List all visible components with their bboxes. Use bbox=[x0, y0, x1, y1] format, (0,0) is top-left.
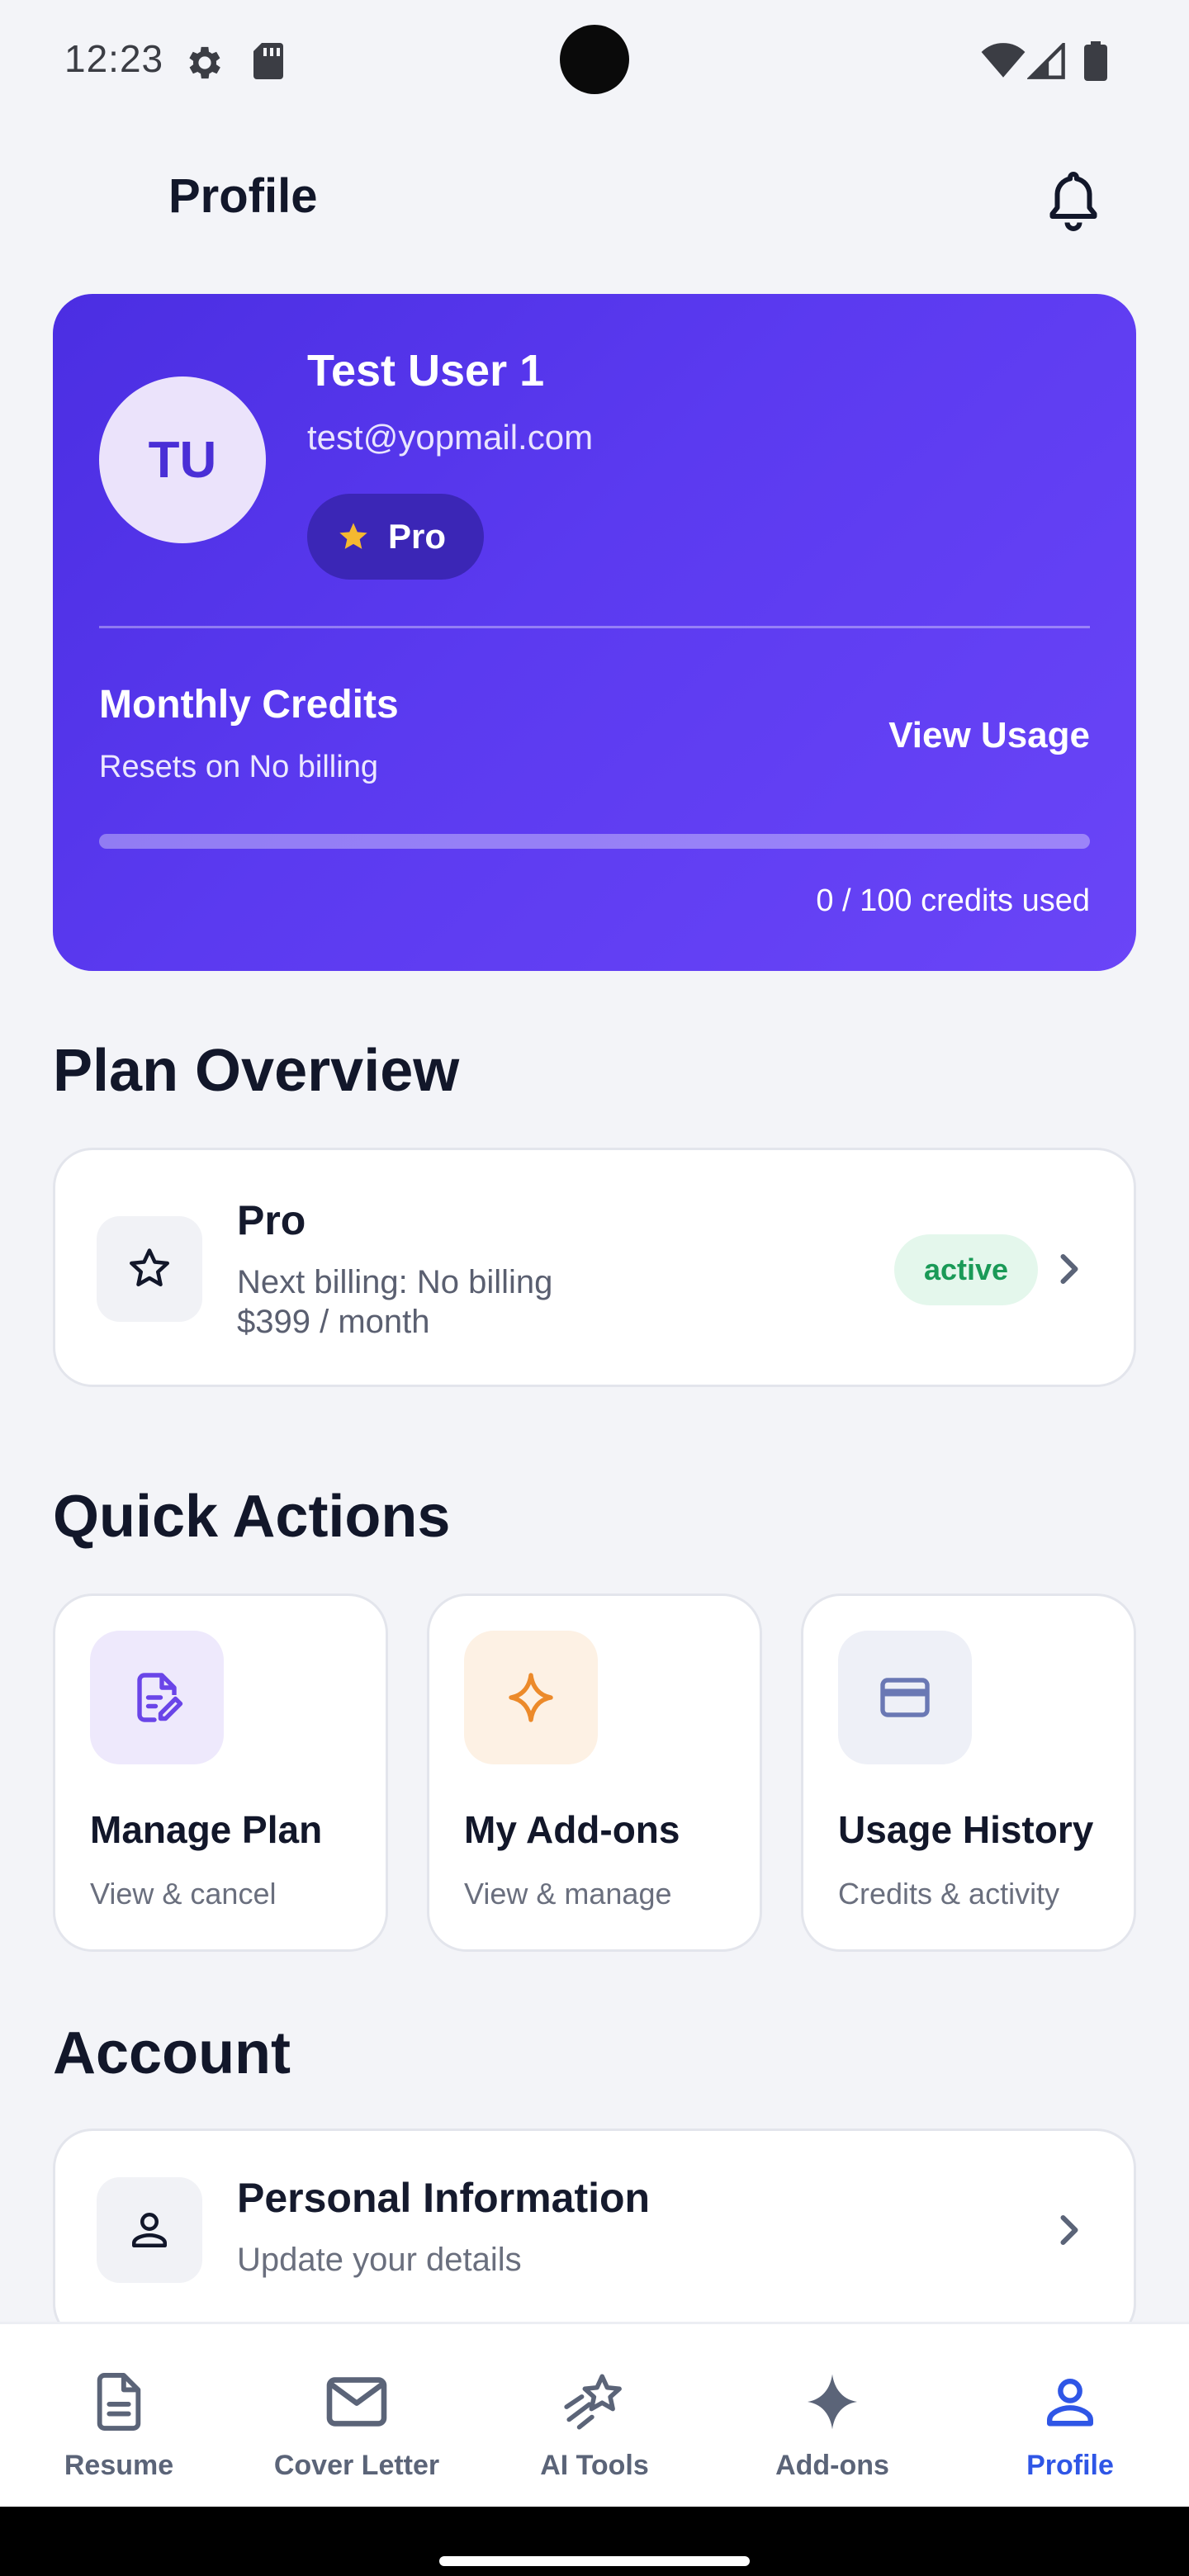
nav-label: Resume bbox=[64, 2450, 174, 2481]
nav-item-ai-tools[interactable]: AI Tools bbox=[476, 2324, 713, 2509]
section-title-account: Account bbox=[53, 2020, 291, 2086]
account-icon-box bbox=[97, 2177, 202, 2283]
person-icon bbox=[132, 2213, 167, 2247]
nav-item-cover-letter[interactable]: Cover Letter bbox=[238, 2324, 476, 2509]
edit-document-icon bbox=[137, 1673, 183, 1722]
status-time: 12:23 bbox=[64, 37, 164, 80]
page-title: Profile bbox=[168, 169, 318, 223]
sd-card-icon bbox=[253, 43, 283, 79]
page-header: Profile bbox=[0, 121, 1189, 282]
credits-progress-bar bbox=[99, 834, 1090, 849]
plan-badge-label: Pro bbox=[388, 517, 447, 556]
plan-price: $399 / month bbox=[237, 1304, 430, 1340]
plan-next-billing: Next billing: No billing bbox=[237, 1264, 553, 1300]
nav-item-profile[interactable]: Profile bbox=[951, 2324, 1189, 2509]
nav-item-resume[interactable]: Resume bbox=[0, 2324, 238, 2509]
quick-action-my-add-ons[interactable]: My Add-ons View & manage bbox=[427, 1593, 762, 1952]
account-item-personal-information[interactable]: Personal Information Update your details bbox=[53, 2129, 1136, 2343]
quick-action-title: Manage Plan bbox=[90, 1808, 323, 1851]
section-title-plan-overview: Plan Overview bbox=[53, 1038, 460, 1104]
plan-name: Pro bbox=[237, 1197, 306, 1243]
manage-plan-icon-box bbox=[90, 1631, 224, 1764]
star-outline-icon bbox=[130, 1248, 169, 1286]
status-badge: active bbox=[894, 1234, 1038, 1305]
settings-gear-icon bbox=[189, 46, 220, 79]
nav-item-add-ons[interactable]: Add-ons bbox=[713, 2324, 951, 2509]
chevron-right-icon bbox=[1060, 2215, 1078, 2245]
notification-bell-icon[interactable] bbox=[1044, 168, 1103, 234]
card-divider bbox=[99, 626, 1090, 628]
view-usage-link[interactable]: View Usage bbox=[888, 715, 1090, 756]
avatar[interactable]: TU bbox=[99, 376, 266, 543]
account-item-title: Personal Information bbox=[237, 2175, 651, 2221]
front-camera bbox=[560, 25, 629, 94]
nav-label: AI Tools bbox=[540, 2450, 649, 2481]
status-bar: 12:23 bbox=[0, 0, 1189, 121]
nav-label: Add-ons bbox=[775, 2450, 889, 2481]
credits-reset-text: Resets on No billing bbox=[99, 750, 378, 784]
cell-signal-icon bbox=[1027, 43, 1065, 79]
nav-label: Cover Letter bbox=[273, 2450, 440, 2481]
account-item-subtitle: Update your details bbox=[237, 2242, 522, 2278]
battery-icon bbox=[1084, 41, 1107, 81]
quick-action-manage-plan[interactable]: Manage Plan View & cancel bbox=[53, 1593, 388, 1952]
sparkle-icon bbox=[509, 1673, 553, 1722]
nav-label: Profile bbox=[1026, 2450, 1114, 2481]
section-title-quick-actions: Quick Actions bbox=[53, 1484, 451, 1550]
plan-icon-box bbox=[97, 1216, 202, 1322]
credits-used-text: 0 / 100 credits used bbox=[816, 883, 1090, 918]
mail-icon bbox=[324, 2369, 390, 2435]
document-icon bbox=[86, 2369, 152, 2435]
quick-action-usage-history[interactable]: Usage History Credits & activity bbox=[801, 1593, 1136, 1952]
person-icon bbox=[1037, 2369, 1103, 2435]
quick-action-subtitle: View & manage bbox=[464, 1877, 672, 1911]
home-gesture-handle[interactable] bbox=[439, 2556, 750, 2566]
plan-card[interactable]: Pro Next billing: No billing $399 / mont… bbox=[53, 1148, 1136, 1387]
quick-action-title: My Add-ons bbox=[464, 1808, 680, 1851]
credit-card-icon bbox=[880, 1678, 930, 1717]
profile-card: TU Test User 1 test@yopmail.com Pro Mont… bbox=[53, 294, 1136, 971]
bottom-navigation: Resume Cover Letter AI Tools Add-ons Pro… bbox=[0, 2322, 1189, 2507]
stars-icon bbox=[561, 2369, 628, 2435]
credits-title: Monthly Credits bbox=[99, 683, 399, 727]
wifi-icon bbox=[981, 43, 1026, 78]
sparkle-icon bbox=[799, 2369, 865, 2435]
user-name: Test User 1 bbox=[307, 346, 545, 395]
usage-history-icon-box bbox=[838, 1631, 972, 1764]
add-ons-icon-box bbox=[464, 1631, 598, 1764]
quick-action-subtitle: View & cancel bbox=[90, 1877, 277, 1911]
user-email: test@yopmail.com bbox=[307, 418, 594, 457]
chevron-right-icon bbox=[1060, 1254, 1078, 1284]
star-icon bbox=[339, 523, 367, 549]
quick-action-subtitle: Credits & activity bbox=[838, 1877, 1060, 1911]
quick-action-title: Usage History bbox=[838, 1808, 1094, 1851]
plan-badge: Pro bbox=[307, 494, 484, 580]
